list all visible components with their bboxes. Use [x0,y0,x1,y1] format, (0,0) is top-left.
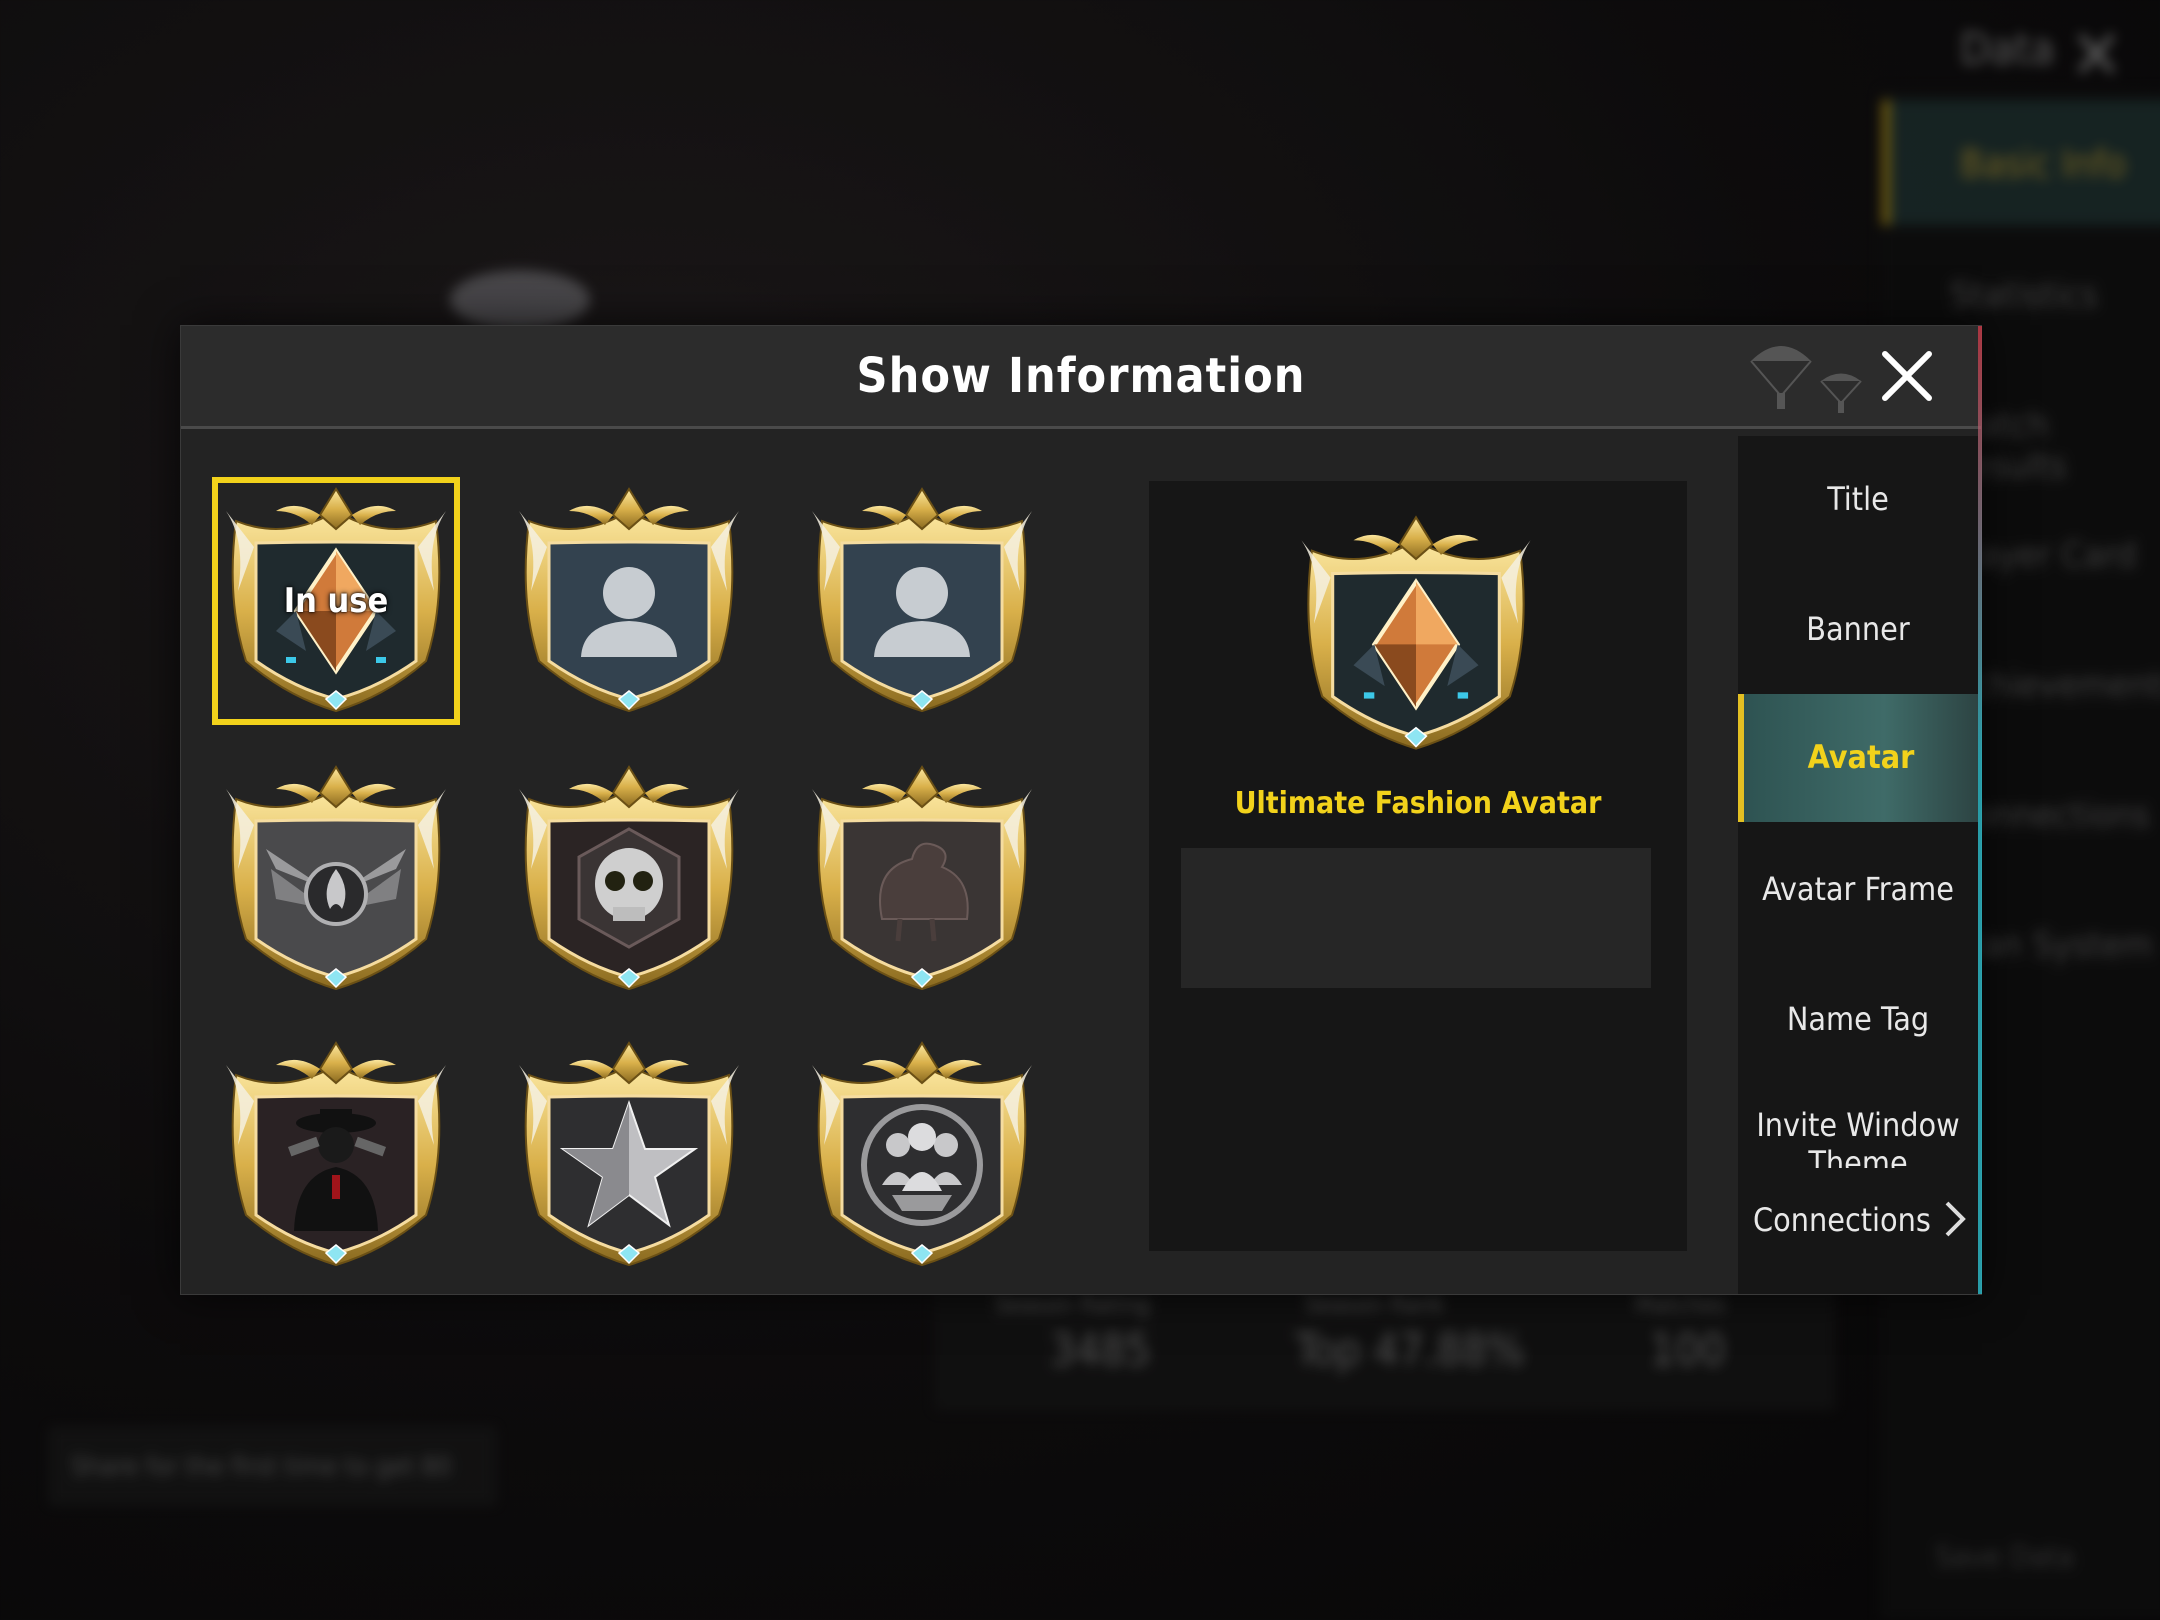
avatar-option-winged-flame-avatar[interactable] [216,759,456,999]
connections-button[interactable]: Connections [1738,1181,1978,1261]
show-information-dialog: Show Information In use Ultimate Fashion… [180,325,1982,1295]
avatar-option-chicken-avatar[interactable] [802,759,1042,999]
tab-label: Banner [1806,610,1910,648]
connections-label: Connections [1753,1201,1931,1239]
chicken-avatar-icon [812,765,1032,991]
tab-banner[interactable]: Banner [1738,566,1978,694]
default-avatar-1-icon [519,487,739,713]
avatar-option-default-avatar-1[interactable] [509,481,749,721]
tab-label: Avatar Frame [1762,870,1954,908]
star-avatar-icon [519,1041,739,1267]
chevron-right-icon [1945,1201,1966,1237]
preview-avatar-name: Ultimate Fashion Avatar [1234,786,1602,821]
avatar-option-default-avatar-2[interactable] [802,481,1042,721]
tab-avatar[interactable]: Avatar [1738,694,1978,822]
default-avatar-2-icon [812,487,1032,713]
category-tabs: Invite Window Theme Name Tag Avatar Frame A… [1738,436,1978,1294]
preview-avatar-icon [1301,515,1531,750]
squad-avatar-icon [812,1041,1032,1267]
parachute-decoration-icon [1750,346,1862,413]
tab-label: Name Tag [1786,1000,1930,1038]
skull-avatar-icon [519,765,739,991]
avatar-preview-panel: Ultimate Fashion Avatar [1149,481,1687,1251]
in-use-label: In use [283,581,389,621]
tab-avatar-frame[interactable]: Avatar Frame [1738,826,1978,954]
tab-label: Title [1827,480,1889,518]
dialog-title: Show Information [856,348,1306,404]
dialog-header: Show Information [181,326,1981,429]
close-icon[interactable] [1879,348,1935,404]
avatar-option-squad-avatar[interactable] [802,1035,1042,1275]
tab-title[interactable]: Title [1738,436,1978,564]
edge-accent [1978,326,1982,1294]
avatar-option-gunman-avatar[interactable] [216,1035,456,1275]
tab-label: Avatar [1807,738,1915,776]
tab-label: Invite Window Theme [1756,1106,1960,1168]
avatar-option-ultimate-fashion-avatar[interactable]: In use [212,477,460,725]
gunman-avatar-icon [226,1041,446,1267]
winged-flame-avatar-icon [226,765,446,991]
preview-description-box [1181,848,1651,988]
tab-invite-window-theme[interactable]: Invite Window Theme [1738,1084,1978,1168]
tab-name-tag[interactable]: Name Tag [1738,956,1978,1084]
avatar-option-skull-avatar[interactable] [509,759,749,999]
avatar-option-star-avatar[interactable] [509,1035,749,1275]
